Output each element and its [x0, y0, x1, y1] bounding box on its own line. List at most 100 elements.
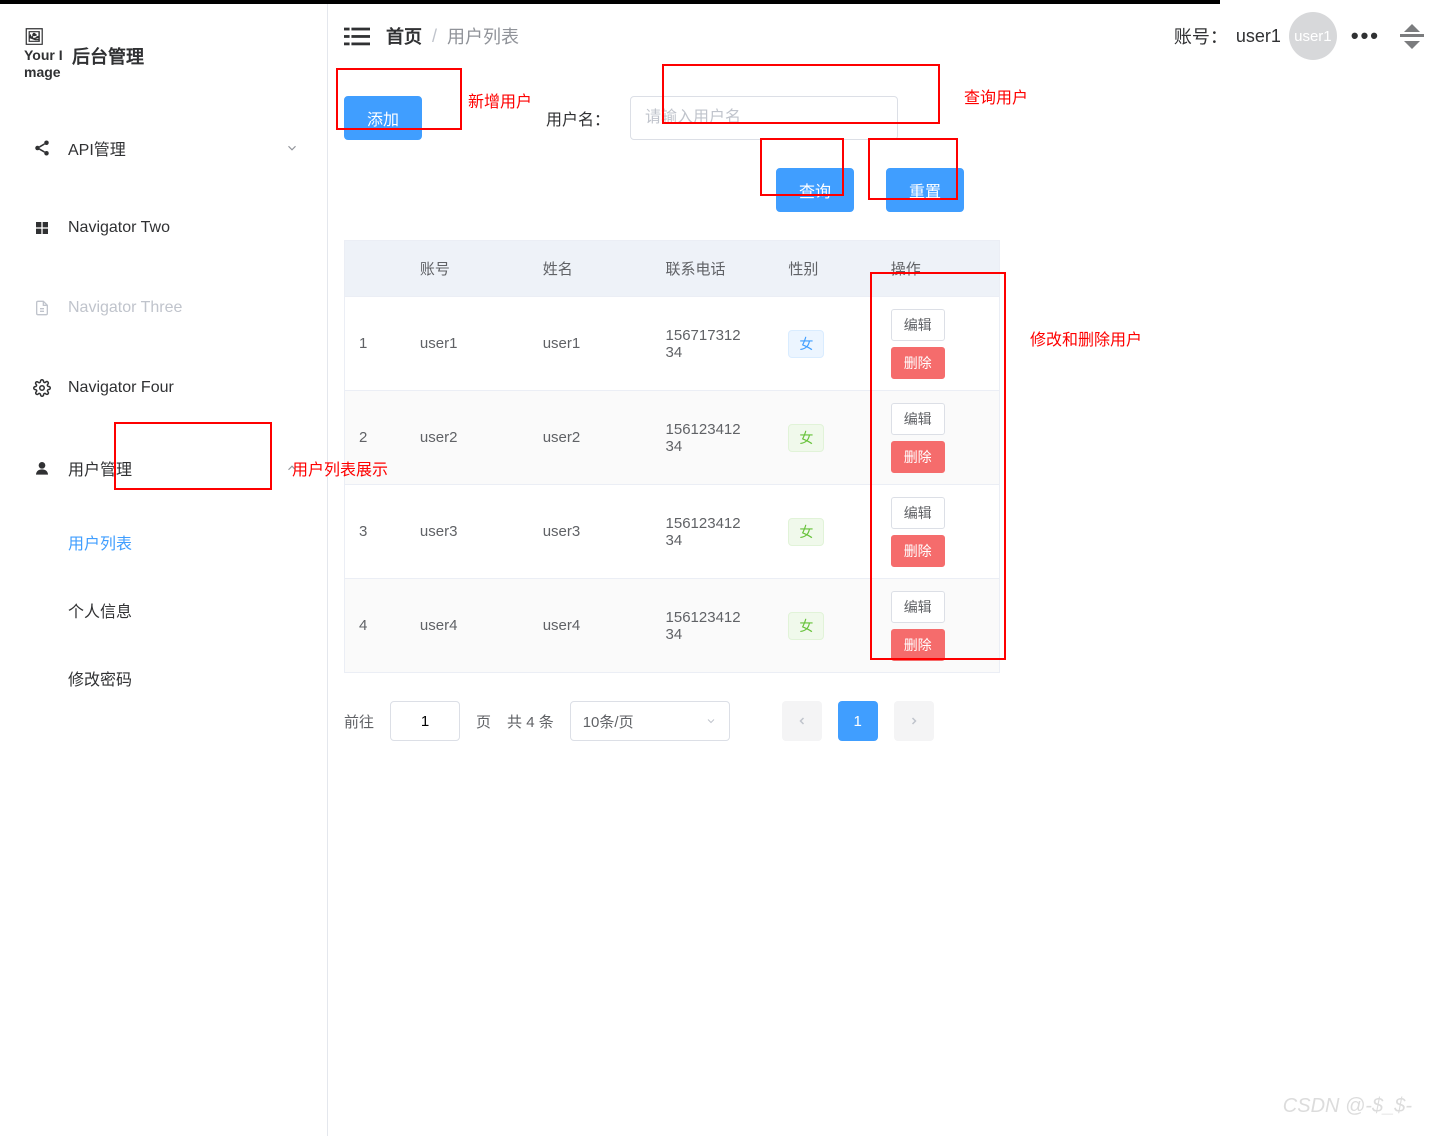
cell-actions: 编辑删除 [877, 579, 1000, 673]
username-label: 用户名： [546, 106, 610, 130]
cell-index: 2 [345, 391, 406, 485]
sidebar-item-users[interactable]: 用户管理 [0, 428, 327, 508]
delete-button[interactable]: 删除 [891, 629, 945, 661]
cell-index: 3 [345, 485, 406, 579]
sidebar-item-label: 用户管理 [68, 456, 132, 480]
cell-name: user1 [529, 297, 652, 391]
menu-toggle-icon[interactable] [344, 25, 370, 47]
main-panel: 首页 / 用户列表 账号： user1 user1 ••• 添加 [328, 0, 1440, 1136]
sidebar-item-api[interactable]: API管理 [0, 108, 327, 188]
gender-tag: 女 [788, 330, 824, 358]
cell-actions: 编辑删除 [877, 391, 1000, 485]
triangle-down-icon[interactable] [1404, 41, 1420, 49]
sidebar-item-nav3: Navigator Three [0, 268, 327, 348]
next-page-button[interactable] [894, 701, 934, 741]
share-icon [28, 139, 56, 157]
cell-phone: 15612341234 [652, 485, 775, 579]
sidebar-item-nav4[interactable]: Navigator Four [0, 348, 327, 428]
add-button[interactable]: 添加 [344, 96, 422, 140]
cell-name: user3 [529, 485, 652, 579]
cell-name: user4 [529, 579, 652, 673]
chevron-up-icon [285, 461, 299, 475]
goto-suffix: 页 [476, 711, 491, 732]
edit-button[interactable]: 编辑 [891, 403, 945, 435]
chevron-down-icon [705, 715, 717, 727]
cell-actions: 编辑删除 [877, 297, 1000, 391]
search-button[interactable]: 查询 [776, 168, 854, 212]
delete-button[interactable]: 删除 [891, 441, 945, 473]
col-account: 账号 [406, 241, 529, 297]
sidebar-item-label: API管理 [68, 136, 126, 160]
submenu-profile[interactable]: 个人信息 [0, 576, 327, 644]
toolbar-row: 添加 用户名： [344, 96, 1424, 140]
table-row: 1user1user115671731234女编辑删除 [345, 297, 1000, 391]
sidebar-item-label: Navigator Four [68, 379, 174, 397]
cell-name: user2 [529, 391, 652, 485]
cell-index: 4 [345, 579, 406, 673]
app-title: 后台管理 [72, 43, 144, 69]
table-row: 4user4user415612341234女编辑删除 [345, 579, 1000, 673]
cell-actions: 编辑删除 [877, 485, 1000, 579]
total-text: 共 4 条 [507, 711, 554, 732]
cell-gender: 女 [774, 391, 876, 485]
reset-button[interactable]: 重置 [886, 168, 964, 212]
account-label: 账号： [1174, 23, 1228, 49]
breadcrumb-home[interactable]: 首页 [386, 23, 422, 49]
sidebar-item-label: Navigator Two [68, 219, 170, 237]
logo-broken-image: Your Image [24, 28, 64, 84]
submenu-user-list[interactable]: 用户列表 [0, 508, 327, 576]
edit-button[interactable]: 编辑 [891, 497, 945, 529]
submenu-label: 个人信息 [68, 598, 132, 622]
gender-tag: 女 [788, 612, 824, 640]
sidebar-item-label: Navigator Three [68, 299, 182, 317]
cell-gender: 女 [774, 579, 876, 673]
spin-control[interactable] [1400, 24, 1424, 49]
annot-edit-delete: 修改和删除用户 [1030, 326, 1142, 350]
sidebar-item-nav2[interactable]: Navigator Two [0, 188, 327, 268]
gear-icon [28, 379, 56, 397]
breadcrumb: 首页 / 用户列表 [386, 23, 519, 49]
content-area: 添加 用户名： 查询 重置 账号 姓名 联系电话 性别 操 [328, 72, 1440, 765]
pagination: 前往 页 共 4 条 10条/页 1 [344, 701, 1424, 741]
cell-account: user3 [406, 485, 529, 579]
edit-button[interactable]: 编辑 [891, 591, 945, 623]
triangle-up-icon[interactable] [1404, 24, 1420, 32]
page-size-select[interactable]: 10条/页 [570, 701, 730, 741]
col-name: 姓名 [529, 241, 652, 297]
delete-button[interactable]: 删除 [891, 535, 945, 567]
topbar: 首页 / 用户列表 账号： user1 user1 ••• [328, 0, 1440, 72]
gender-tag: 女 [788, 518, 824, 546]
toolbar-row-2: 查询 重置 [344, 168, 1424, 212]
cell-account: user4 [406, 579, 529, 673]
submenu-label: 修改密码 [68, 666, 132, 690]
edit-button[interactable]: 编辑 [891, 309, 945, 341]
col-phone: 联系电话 [652, 241, 775, 297]
document-icon [28, 299, 56, 317]
username-input[interactable] [630, 96, 898, 140]
cell-account: user2 [406, 391, 529, 485]
submenu-change-password[interactable]: 修改密码 [0, 644, 327, 712]
user-table: 账号 姓名 联系电话 性别 操作 1user1user115671731234女… [344, 240, 1000, 673]
sidebar: Your Image 后台管理 API管理 Navigator Two Navi… [0, 0, 328, 1136]
more-menu-icon[interactable]: ••• [1351, 23, 1380, 49]
page-number-button[interactable]: 1 [838, 701, 878, 741]
prev-page-button[interactable] [782, 701, 822, 741]
cell-account: user1 [406, 297, 529, 391]
goto-page-input[interactable] [390, 701, 460, 741]
col-gender: 性别 [774, 241, 876, 297]
topbar-right: 账号： user1 user1 ••• [1174, 12, 1424, 60]
watermark: CSDN @-$_$- [1283, 1095, 1412, 1118]
table-row: 2user2user215612341234女编辑删除 [345, 391, 1000, 485]
table-header-row: 账号 姓名 联系电话 性别 操作 [345, 241, 1000, 297]
cell-gender: 女 [774, 297, 876, 391]
cell-phone: 15671731234 [652, 297, 775, 391]
col-actions: 操作 [877, 241, 1000, 297]
col-index [345, 241, 406, 297]
submenu-label: 用户列表 [68, 530, 132, 554]
gender-tag: 女 [788, 424, 824, 452]
cell-index: 1 [345, 297, 406, 391]
avatar[interactable]: user1 [1289, 12, 1337, 60]
account-value: user1 [1236, 26, 1281, 47]
delete-button[interactable]: 删除 [891, 347, 945, 379]
cell-gender: 女 [774, 485, 876, 579]
